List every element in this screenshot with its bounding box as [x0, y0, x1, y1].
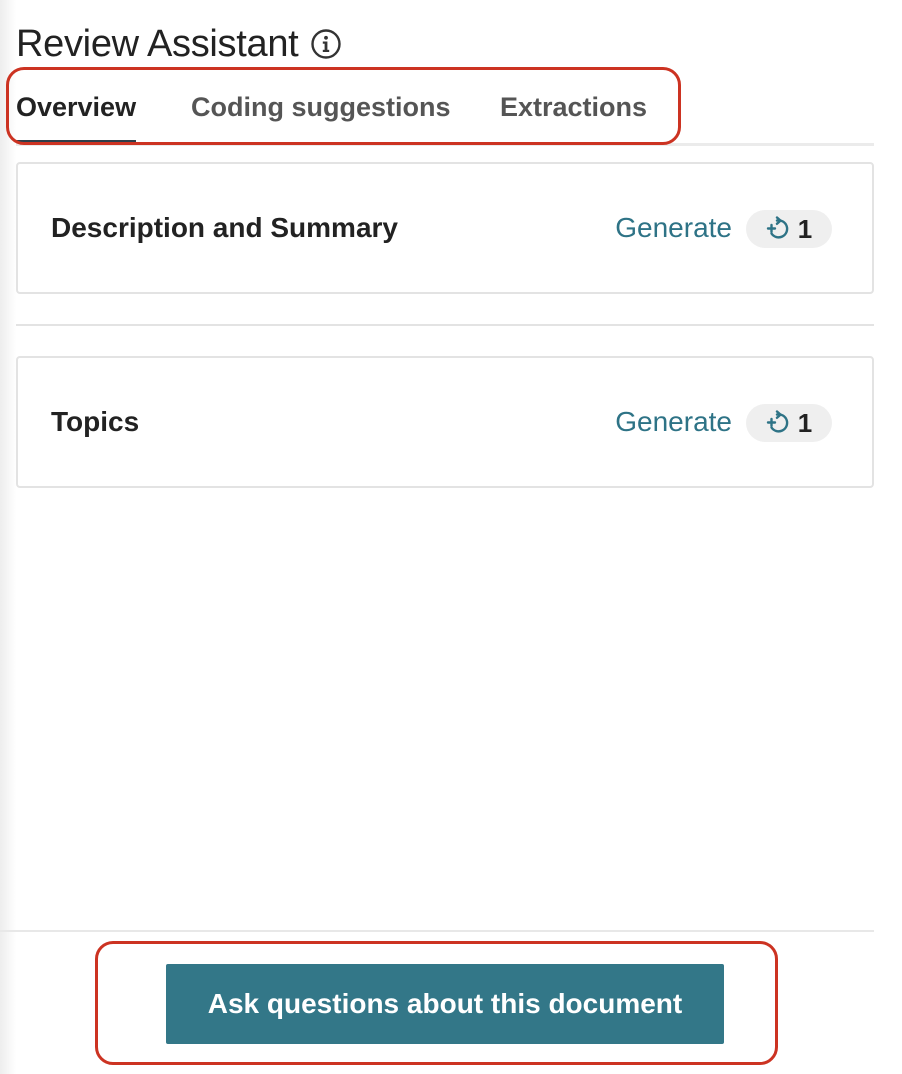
topics-count: 1 [797, 407, 813, 438]
topics-card: Topics Generate 1 [16, 356, 874, 488]
plus-refresh-icon [766, 410, 792, 436]
ask-questions-button[interactable]: Ask questions about this document [166, 964, 724, 1044]
description-summary-title: Description and Summary [51, 212, 398, 243]
description-count: 1 [797, 213, 813, 244]
tab-coding-suggestions[interactable]: Coding suggestions [191, 80, 451, 143]
section-divider [16, 324, 874, 326]
topics-count-badge: 1 [746, 404, 832, 442]
left-edge-shadow [0, 0, 16, 1074]
info-circle-icon[interactable] [310, 28, 342, 60]
footer-divider [0, 930, 874, 932]
tab-bar: Overview Coding suggestions Extractions [16, 80, 874, 146]
tab-extractions[interactable]: Extractions [500, 80, 647, 143]
description-summary-card: Description and Summary Generate 1 [16, 162, 874, 294]
generate-description-link[interactable]: Generate [615, 164, 732, 292]
topics-title: Topics [51, 406, 140, 437]
panel-header: Review Assistant [16, 20, 342, 68]
description-count-badge: 1 [746, 210, 832, 248]
plus-refresh-icon [766, 216, 792, 242]
generate-topics-link[interactable]: Generate [615, 358, 732, 486]
tab-overview[interactable]: Overview [16, 80, 137, 143]
panel-title: Review Assistant [16, 22, 299, 65]
